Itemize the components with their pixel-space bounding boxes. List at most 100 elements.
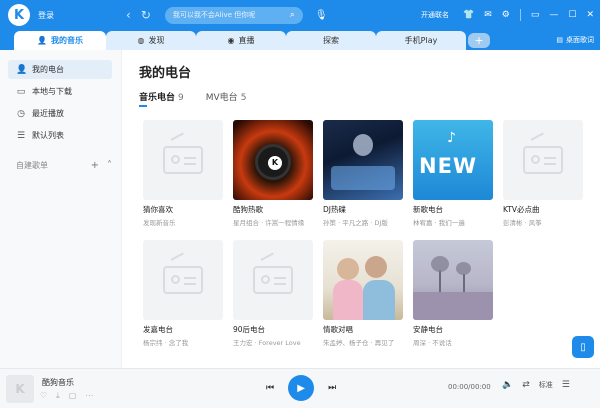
sidebar-item-label: 默认列表 xyxy=(32,131,64,140)
subtab-label: MV电台 xyxy=(205,93,238,103)
card-name[interactable]: 新歌电台 xyxy=(413,204,493,215)
card-desc: 林宥嘉 · 我们一遍 xyxy=(413,219,465,227)
back-icon[interactable]: ‹ xyxy=(126,8,131,22)
maximize-icon[interactable]: ☐ xyxy=(568,10,576,20)
card-name[interactable]: 情歌对唱 xyxy=(323,324,403,335)
tab-my-music[interactable]: 👤 我的音乐 xyxy=(14,31,106,50)
card-name[interactable]: 90后电台 xyxy=(233,324,313,335)
mobile-sync-button[interactable]: ▯ xyxy=(572,336,594,358)
card-name[interactable]: DJ热碟 xyxy=(323,204,403,215)
lyric-icon: ▤ xyxy=(556,36,563,44)
radio-card[interactable]: 90后电台 王力宏 · Forever Love xyxy=(233,240,313,347)
card-name[interactable]: 猜你喜欢 xyxy=(143,204,223,215)
repeat-icon[interactable]: ⇄ xyxy=(522,380,530,390)
sidebar: 👤 我的电台 ▭ 本地与下载 ◷ 最近播放 ☰ 默认列表 自建歌单 + ˄ xyxy=(0,50,122,368)
subtab-music-radio[interactable]: 音乐电台 9 xyxy=(139,90,184,107)
comment-icon[interactable]: ▢ xyxy=(69,391,77,401)
tab-label: 直播 xyxy=(238,36,255,45)
radio-card[interactable]: 猜你喜欢 发现新音乐 xyxy=(143,120,223,227)
radio-cover[interactable] xyxy=(143,240,223,320)
main-content: 我的电台 音乐电台9 MV电台5 猜你喜欢 发现新音乐 酷狗热歌 星月组合 · … xyxy=(123,50,600,368)
shirt-icon[interactable]: 👕 xyxy=(463,10,474,20)
radio-card[interactable]: 安静电台 周深 · 不说话 xyxy=(413,240,493,347)
subtab-mv-radio[interactable]: MV电台 5 xyxy=(206,90,247,103)
radio-cover[interactable] xyxy=(413,240,493,320)
radio-cover[interactable] xyxy=(323,120,403,200)
card-desc: 发现新音乐 xyxy=(143,219,176,227)
sidebar-item-my-radio[interactable]: 👤 我的电台 xyxy=(8,60,112,79)
monitor-icon: ▭ xyxy=(16,86,26,97)
message-icon[interactable]: ✉ xyxy=(484,10,492,20)
refresh-icon[interactable]: ↻ xyxy=(141,8,151,22)
card-desc: 彭清彬 · 风筝 xyxy=(503,219,542,227)
microphone-icon[interactable]: 🎙 xyxy=(315,10,328,21)
card-name[interactable]: 安静电台 xyxy=(413,324,493,335)
card-desc: 王力宏 · Forever Love xyxy=(233,339,301,347)
desk-lyric-label: 桌面歌词 xyxy=(566,36,594,44)
song-title[interactable]: 酷狗音乐 xyxy=(42,377,74,388)
radio-cover[interactable] xyxy=(233,240,313,320)
mini-mode-icon[interactable]: ▭ xyxy=(531,10,540,20)
radio-card[interactable]: KTV必点曲 彭清彬 · 风筝 xyxy=(503,120,583,227)
member-link[interactable]: 开通联名 xyxy=(421,10,449,20)
time-display: 00:00/00:00 xyxy=(448,383,491,391)
playlist-icon[interactable]: ☰ xyxy=(562,380,570,390)
tab-discover[interactable]: ◍ 发现 xyxy=(106,31,196,50)
volume-icon[interactable]: 🔈 xyxy=(502,380,513,390)
vinyl-disc-icon xyxy=(255,144,291,180)
play-icon: ▶ xyxy=(297,382,305,394)
desk-lyric-toggle[interactable]: ▤ 桌面歌词 xyxy=(556,35,594,45)
card-name[interactable]: 发嘉电台 xyxy=(143,324,223,335)
sidebar-item-default-list[interactable]: ☰ 默认列表 xyxy=(8,126,112,145)
tab-label: 我的音乐 xyxy=(50,36,83,45)
radio-card[interactable]: 发嘉电台 杨宗纬 · 念了我 xyxy=(143,240,223,347)
radio-card[interactable]: ♪ NEW 新歌电台 林宥嘉 · 我们一遍 xyxy=(413,120,493,227)
radio-card[interactable]: 情歌对唱 朱孟婷、杨子仓 · 再见了 xyxy=(323,240,403,347)
quality-button[interactable]: 标准 xyxy=(539,380,553,390)
close-icon[interactable]: ✕ xyxy=(586,10,594,20)
download-icon[interactable]: ⤓ xyxy=(56,391,60,401)
collapse-icon[interactable]: ˄ xyxy=(107,160,112,171)
radio-card[interactable]: DJ热碟 孙策 · 平凡之路 · DJ版 xyxy=(323,120,403,227)
title-bar: K 登录 ‹ ↻ ⌕ 🎙 开通联名 👕 ✉ ⚙ ▭ — ☐ ✕ xyxy=(0,0,600,30)
tab-mobile-play[interactable]: 手机Play xyxy=(376,31,466,50)
heart-icon[interactable]: ♡ xyxy=(40,391,47,401)
radio-cover[interactable] xyxy=(143,120,223,200)
login-link[interactable]: 登录 xyxy=(38,10,54,21)
next-icon[interactable]: ⏭ xyxy=(328,383,336,393)
tab-explore[interactable]: 探索 xyxy=(286,31,376,50)
clock-icon: ◷ xyxy=(17,108,25,119)
radio-cover[interactable] xyxy=(233,120,313,200)
player-options: 🔈 ⇄ 标准 ☰ xyxy=(502,380,570,390)
add-playlist-icon[interactable]: + xyxy=(91,160,99,171)
radio-placeholder-icon xyxy=(253,266,293,294)
card-name[interactable]: 酷狗热歌 xyxy=(233,204,313,215)
search-icon[interactable]: ⌕ xyxy=(290,10,295,20)
sidebar-item-label: 本地与下载 xyxy=(32,87,72,96)
custom-playlist-section: 自建歌单 + ˄ xyxy=(16,160,112,171)
search-bar[interactable]: ⌕ xyxy=(164,6,303,24)
subtabs: 音乐电台 9 MV电台 5 xyxy=(139,90,247,107)
more-icon[interactable]: ⋯ xyxy=(85,391,93,401)
add-tab-button[interactable]: + xyxy=(468,33,490,48)
new-badge-art: NEW xyxy=(419,154,478,178)
card-name[interactable]: KTV必点曲 xyxy=(503,204,583,215)
tab-live[interactable]: ◉ 直播 xyxy=(196,31,286,50)
album-art[interactable]: K xyxy=(6,375,34,403)
sidebar-item-label: 我的电台 xyxy=(32,65,64,74)
radio-cover[interactable] xyxy=(503,120,583,200)
divider xyxy=(519,9,521,21)
card-desc: 周深 · 不说话 xyxy=(413,339,452,347)
search-input[interactable] xyxy=(172,11,290,19)
radio-cover[interactable]: ♪ NEW xyxy=(413,120,493,200)
radio-cover[interactable] xyxy=(323,240,403,320)
tab-label: 发现 xyxy=(148,36,165,45)
app-logo[interactable]: K xyxy=(8,4,30,26)
sidebar-item-recent[interactable]: ◷ 最近播放 xyxy=(8,104,112,123)
minimize-icon[interactable]: — xyxy=(549,10,558,20)
settings-icon[interactable]: ⚙ xyxy=(502,10,510,20)
previous-icon[interactable]: ⏮ xyxy=(266,383,274,393)
play-button[interactable]: ▶ xyxy=(288,375,315,401)
sidebar-item-local-download[interactable]: ▭ 本地与下载 xyxy=(8,82,112,101)
radio-card[interactable]: 酷狗热歌 星月组合 · 许嵩一程情缘 xyxy=(233,120,313,227)
